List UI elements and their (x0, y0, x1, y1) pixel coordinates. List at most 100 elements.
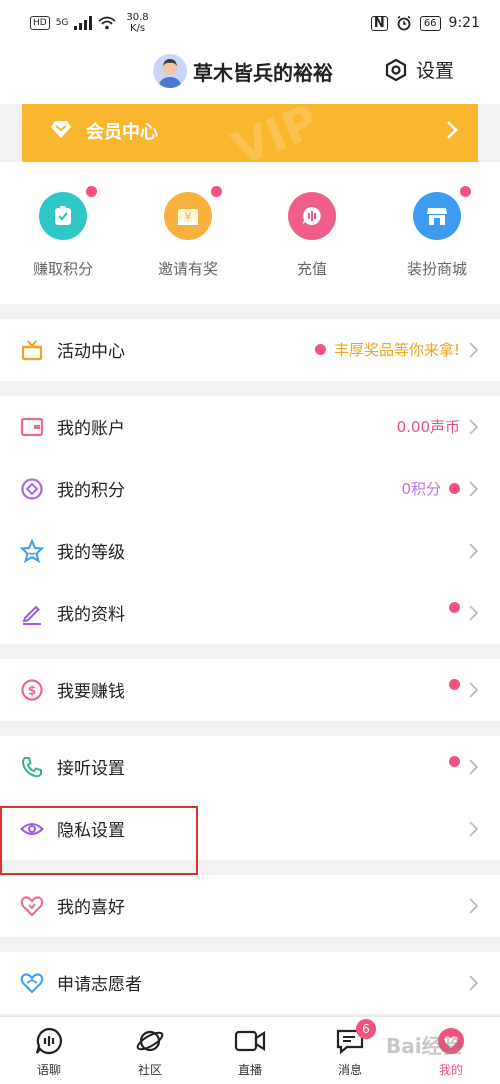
wallet-icon (20, 417, 44, 437)
points-coin-icon (21, 478, 43, 500)
svg-text:$: $ (28, 684, 36, 698)
vip-center-banner[interactable]: VIP 会员中心 (22, 104, 478, 162)
status-bar: HD 5G 30.8 K/s N 66 9:21 (0, 0, 500, 46)
heart-icon (20, 896, 44, 917)
earn-section: $ 我要赚钱 (0, 659, 500, 721)
video-camera-icon (234, 1030, 266, 1052)
notification-dot (211, 186, 222, 197)
activity-center-label: 活动中心 (57, 342, 125, 362)
nav-label: 我的 (438, 1063, 463, 1077)
chevron-right-icon (469, 481, 478, 497)
chevron-right-icon (469, 821, 478, 837)
activity-section: 活动中心 丰厚奖品等你来拿! (0, 319, 500, 381)
nav-chat[interactable]: 语聊 (9, 1025, 89, 1078)
quick-action-dress-shop[interactable]: 装扮商城 (377, 186, 497, 279)
nav-label: 社区 (137, 1063, 162, 1077)
notification-dot (314, 344, 326, 355)
chevron-right-icon (469, 605, 478, 621)
shop-icon (413, 186, 471, 240)
call-privacy-section: 接听设置 隐私设置 (0, 736, 500, 860)
chevron-right-icon (469, 759, 478, 775)
notification-dot (449, 756, 460, 767)
earn-points-icon (39, 186, 97, 240)
volunteer-heart-icon (20, 973, 44, 994)
invite-envelope-icon: ¥ (164, 186, 222, 240)
hobby-section: 我的喜好 (0, 875, 500, 937)
notification-dot (460, 186, 471, 197)
answer-settings-row[interactable]: 接听设置 (0, 736, 500, 798)
my-account-row[interactable]: 我的账户 0.00声币 (0, 396, 500, 458)
chevron-right-icon (469, 419, 478, 435)
signal-icon (74, 16, 93, 30)
privacy-settings-label: 隐私设置 (57, 821, 125, 841)
eye-icon (20, 823, 44, 835)
my-points-label: 我的积分 (57, 481, 125, 501)
my-level-label: 我的等级 (57, 543, 125, 563)
quick-action-label: 装扮商城 (406, 260, 467, 278)
quick-action-label: 充值 (296, 260, 327, 278)
nav-label: 直播 (237, 1063, 262, 1077)
level-star-icon (20, 539, 44, 563)
chevron-right-icon (469, 898, 478, 914)
edit-pencil-icon (22, 605, 41, 625)
hd-indicator: HD (30, 16, 50, 30)
nav-messages[interactable]: 6 消息 (310, 1019, 390, 1078)
quick-action-recharge[interactable]: 充值 (252, 192, 372, 279)
profile-header: 草木皆兵的裕裕 设置 (0, 46, 500, 104)
wifi-icon (98, 16, 116, 30)
quick-action-label: 邀请有奖 (157, 260, 218, 278)
volunteer-row[interactable]: 申请志愿者 (0, 952, 500, 1014)
recharge-bubble-icon (288, 192, 336, 240)
nav-label: 消息 (337, 1063, 362, 1077)
planet-icon (136, 1030, 164, 1052)
chevron-right-icon (469, 342, 478, 358)
activity-promo-text: 丰厚奖品等你来拿! (333, 341, 460, 359)
my-profile-row[interactable]: 我的资料 (0, 582, 500, 644)
nav-label: 语聊 (36, 1063, 61, 1077)
notification-dot (449, 602, 460, 613)
username[interactable]: 草木皆兵的裕裕 (193, 57, 333, 86)
phone-icon (21, 757, 42, 778)
my-hobby-row[interactable]: 我的喜好 (0, 875, 500, 937)
clock: 9:21 (448, 15, 480, 31)
svg-text:¥: ¥ (185, 210, 192, 223)
battery-icon: 66 (419, 15, 441, 31)
vip-center-label: 会员中心 (86, 122, 158, 143)
my-points-row[interactable]: 我的积分 0积分 (0, 458, 500, 520)
my-account-label: 我的账户 (57, 419, 125, 439)
quick-action-earn-points[interactable]: 赚取积分 (3, 186, 123, 279)
money-coin-icon: $ (21, 679, 43, 701)
answer-settings-label: 接听设置 (57, 759, 125, 779)
notification-dot (449, 483, 460, 494)
nav-live[interactable]: 直播 (210, 1025, 290, 1078)
settings-hexagon-icon (385, 58, 407, 81)
earn-money-label: 我要赚钱 (57, 682, 125, 702)
settings-label: 设置 (416, 60, 455, 82)
vip-watermark: VIP (225, 104, 326, 162)
chevron-right-icon (469, 975, 478, 991)
my-profile-label: 我的资料 (57, 605, 125, 625)
message-badge: 6 (356, 1019, 376, 1039)
network-type: 5G (55, 18, 69, 28)
quick-action-invite[interactable]: ¥ 邀请有奖 (128, 186, 248, 279)
voice-chat-icon (35, 1027, 63, 1055)
volunteer-label: 申请志愿者 (57, 975, 142, 995)
baidu-watermark: Bai经验 (386, 1034, 462, 1058)
coin-balance: 0.00声币 (396, 418, 460, 436)
avatar[interactable] (153, 54, 187, 88)
privacy-settings-row[interactable]: 隐私设置 (0, 798, 500, 860)
chevron-right-icon (469, 682, 478, 698)
volunteer-section: 申请志愿者 (0, 952, 500, 1014)
chevron-right-icon (469, 543, 478, 559)
alarm-icon (397, 15, 411, 31)
earn-money-row[interactable]: $ 我要赚钱 (0, 659, 500, 721)
quick-action-label: 赚取积分 (32, 260, 93, 278)
quick-actions: 赚取积分 ¥ 邀请有奖 充值 装扮商城 (0, 162, 500, 304)
nav-community[interactable]: 社区 (110, 1025, 190, 1078)
activity-center-row[interactable]: 活动中心 丰厚奖品等你来拿! (0, 319, 500, 381)
settings-button[interactable]: 设置 (384, 56, 454, 83)
gift-icon (21, 340, 43, 361)
chevron-right-icon (447, 121, 458, 139)
my-level-row[interactable]: 我的等级 (0, 520, 500, 582)
notification-dot (86, 186, 97, 197)
